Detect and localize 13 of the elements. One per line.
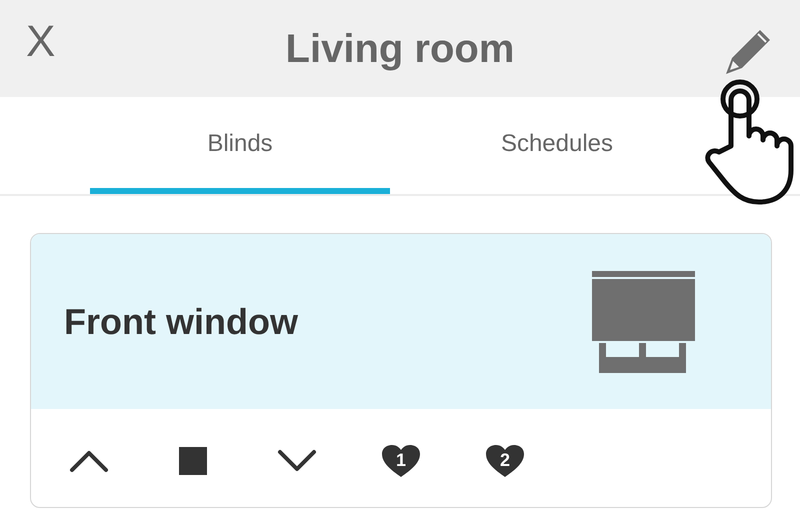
chevron-up-icon (69, 449, 109, 473)
favorite-button[interactable]: 1 (349, 435, 453, 487)
tab[interactable]: Blinds (90, 97, 390, 194)
blind-icon (592, 270, 695, 372)
chevron-down-icon (277, 449, 317, 473)
page-title: Living room (286, 26, 514, 72)
blind-name: Front window (64, 300, 298, 344)
heart-icon (485, 444, 525, 478)
close-button[interactable]: X (26, 20, 56, 64)
tab[interactable]: Schedules (407, 97, 707, 194)
heart-icon (381, 444, 421, 478)
stop-icon (179, 447, 207, 475)
favorite-button[interactable]: 2 (453, 435, 557, 487)
